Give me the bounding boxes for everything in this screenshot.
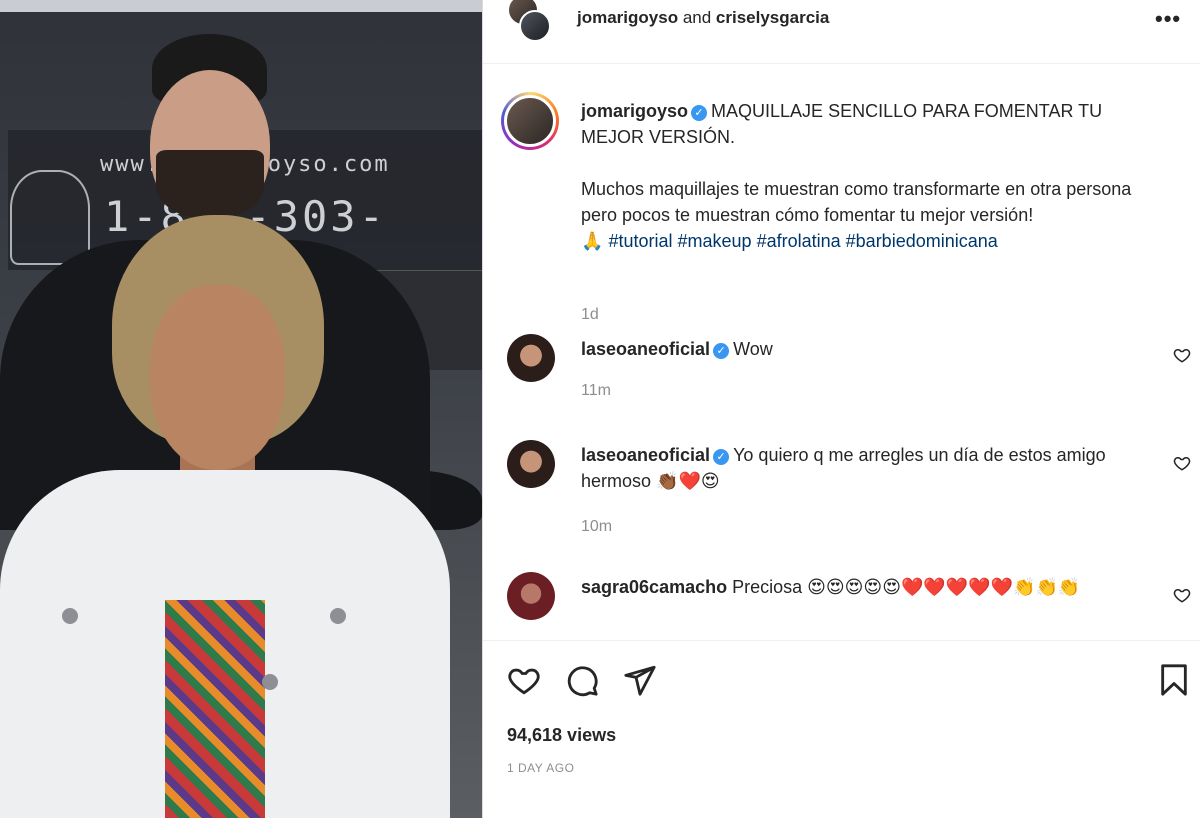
hashtag-link[interactable]: #tutorial [608, 231, 672, 251]
comment-body: Preciosa 😍😍😍😍😍❤️❤️❤️❤️❤️👏👏👏 [732, 577, 1081, 597]
caption-username[interactable]: jomarigoyso [581, 101, 688, 121]
hashtag-link[interactable]: #afrolatina [757, 231, 841, 251]
comment-text: sagra06camacho Preciosa 😍😍😍😍😍❤️❤️❤️❤️❤️👏… [581, 574, 1141, 600]
client-floral-top [165, 600, 265, 818]
comments-section[interactable]: jomarigoyso ✓ MAQUILLAJE SENCILLO PARA FOM… [483, 64, 1200, 640]
author-link-criselysgarcia[interactable]: criselysgarcia [716, 8, 829, 27]
comment-bubble-icon[interactable] [565, 663, 599, 697]
save-bookmark-icon[interactable] [1157, 663, 1191, 697]
like-comment-heart-icon[interactable] [1173, 454, 1191, 472]
client-face [150, 285, 285, 470]
video-top-strip [0, 0, 482, 12]
caption-body: Muchos maquillajes te muestran como tran… [581, 179, 1132, 225]
comment-username[interactable]: sagra06camacho [581, 577, 727, 597]
avatar[interactable] [519, 10, 551, 42]
jacket-button [330, 608, 346, 624]
like-comment-heart-icon[interactable] [1173, 586, 1191, 604]
authors-joiner: and [678, 8, 716, 27]
caption-avatar[interactable] [501, 92, 559, 150]
comment-text: laseoaneoficial ✓ Yo quiero q me arregles … [581, 442, 1141, 494]
avatar[interactable] [507, 572, 555, 620]
post-details-panel: jomarigoyso and criselysgarcia ••• jomar… [482, 0, 1200, 818]
comment-timestamp[interactable]: 11m [581, 382, 611, 400]
collab-avatars[interactable] [507, 0, 555, 48]
hashtag-link[interactable]: #barbiedominicana [846, 231, 998, 251]
post-video[interactable]: www.jomarigoyso.com 1-8__-303-0494 [0, 0, 482, 818]
hashtag-link[interactable]: #makeup [678, 231, 752, 251]
post-date[interactable]: 1 DAY AGO [507, 761, 574, 775]
comment-username[interactable]: laseoaneoficial [581, 445, 710, 465]
verified-badge-icon: ✓ [713, 449, 730, 465]
share-paper-plane-icon[interactable] [623, 663, 657, 697]
author-link-jomarigoyso[interactable]: jomarigoyso [577, 8, 678, 27]
rose-logo-icon [10, 170, 90, 265]
comment-username[interactable]: laseoaneoficial [581, 339, 710, 359]
avatar[interactable] [507, 440, 555, 488]
like-heart-icon[interactable] [507, 663, 541, 697]
verified-badge-icon: ✓ [691, 105, 708, 121]
comment-body: Wow [733, 339, 773, 359]
jacket-button [62, 608, 78, 624]
praying-hands-emoji: 🙏 [581, 231, 604, 251]
jacket-button [262, 674, 278, 690]
comment-text: laseoaneoficial ✓ Wow [581, 336, 1141, 362]
like-comment-heart-icon[interactable] [1173, 346, 1191, 364]
post-authors: jomarigoyso and criselysgarcia [577, 8, 829, 28]
more-options-icon[interactable]: ••• [1155, 6, 1181, 32]
comment-timestamp[interactable]: 10m [581, 518, 612, 536]
post-actions-bar: 94,618 views 1 DAY AGO [483, 640, 1200, 818]
avatar[interactable] [507, 334, 555, 382]
stylist-beard [156, 150, 264, 220]
caption-text: jomarigoyso ✓ MAQUILLAJE SENCILLO PARA FOM… [581, 98, 1161, 254]
view-count[interactable]: 94,618 views [507, 725, 616, 746]
verified-badge-icon: ✓ [713, 343, 730, 359]
caption-timestamp[interactable]: 1d [581, 306, 599, 324]
post-header: jomarigoyso and criselysgarcia ••• [483, 0, 1200, 64]
